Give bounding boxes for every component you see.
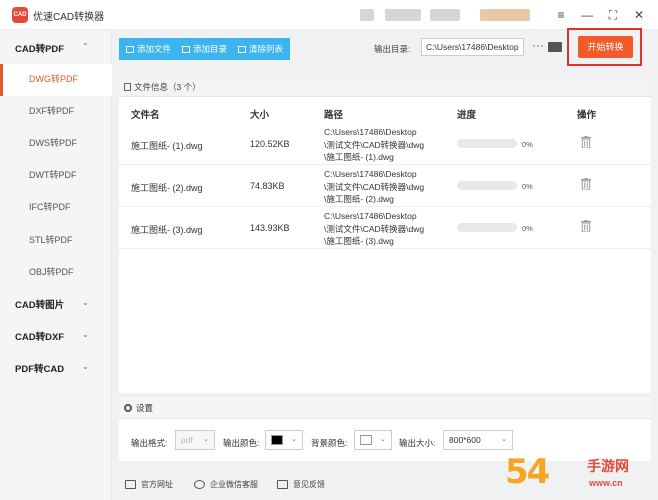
output-size-label: 输出大小: bbox=[399, 438, 436, 448]
app-logo-icon: CAD bbox=[12, 7, 28, 23]
output-format-select[interactable]: pdf ⌄ bbox=[175, 430, 215, 450]
watermark-logo: 54 手游网 www.cn bbox=[505, 452, 655, 498]
progress-bar bbox=[457, 139, 517, 148]
progress-percent: 0% bbox=[522, 224, 533, 233]
file-size: 74.83KB bbox=[250, 181, 285, 191]
blurred-region bbox=[480, 9, 530, 21]
feedback-link[interactable]: 意见反馈 bbox=[277, 479, 325, 490]
sidebar-category-cad-to-pdf[interactable]: CAD转PDF bbox=[15, 41, 64, 55]
file-name: 施工图纸- (2).dwg bbox=[131, 183, 203, 193]
folder-icon bbox=[182, 46, 190, 53]
add-folder-button[interactable]: 添加目录 bbox=[176, 40, 234, 58]
chevron-down-icon: ⌄ bbox=[203, 436, 209, 443]
progress-bar bbox=[457, 181, 517, 190]
sidebar-item-dwt-to-pdf[interactable]: DWT转PDF bbox=[29, 168, 77, 181]
sidebar: CAD转PDF ⌃ DWG转PDF DXF转PDF DWS转PDF DWT转PD… bbox=[0, 30, 112, 500]
output-dir-input[interactable]: C:\Users\17486\Desktop bbox=[421, 38, 524, 56]
chevron-up-icon[interactable]: ⌃ bbox=[82, 42, 89, 51]
sidebar-item-ifc-to-pdf[interactable]: IFC转PDF bbox=[29, 200, 71, 213]
chevron-down-icon: ⌄ bbox=[380, 436, 386, 443]
file-path: C:\Users\17486\Desktop \测试文件\CAD转换器\dwg … bbox=[324, 127, 425, 162]
column-header-name: 文件名 bbox=[131, 110, 160, 121]
clear-list-button[interactable]: 清除列表 bbox=[232, 40, 290, 58]
file-name: 施工图纸- (3).dwg bbox=[131, 225, 203, 235]
column-header-size: 大小 bbox=[250, 110, 270, 121]
sidebar-category-pdf-to-cad[interactable]: PDF转CAD bbox=[15, 361, 64, 375]
output-color-select[interactable]: ⌄ bbox=[265, 430, 303, 450]
chevron-down-icon[interactable]: ⌄ bbox=[82, 330, 89, 339]
sidebar-category-cad-to-image[interactable]: CAD转图片 bbox=[15, 297, 64, 311]
gear-icon bbox=[124, 404, 132, 412]
trash-icon bbox=[238, 46, 246, 53]
close-button[interactable]: ✕ bbox=[630, 6, 648, 24]
chevron-down-icon: ⌄ bbox=[291, 436, 297, 443]
edit-icon bbox=[277, 480, 288, 489]
column-header-path: 路径 bbox=[324, 110, 344, 121]
file-size: 143.93KB bbox=[250, 223, 290, 233]
maximize-button[interactable]: ⛶ bbox=[604, 6, 622, 24]
table-row[interactable]: 施工图纸- (1).dwg 120.52KB C:\Users\17486\De… bbox=[119, 124, 651, 165]
progress-bar bbox=[457, 223, 517, 232]
sidebar-item-dws-to-pdf[interactable]: DWS转PDF bbox=[29, 136, 77, 149]
minimize-button[interactable]: — bbox=[578, 6, 596, 24]
sidebar-item-stl-to-pdf[interactable]: STL转PDF bbox=[29, 233, 73, 246]
chevron-down-icon[interactable]: ⌄ bbox=[82, 362, 89, 371]
delete-icon[interactable] bbox=[581, 220, 591, 232]
more-options-icon[interactable]: ··· bbox=[532, 38, 544, 52]
output-color-label: 输出颜色: bbox=[223, 438, 260, 448]
delete-icon[interactable] bbox=[581, 136, 591, 148]
blurred-region bbox=[430, 9, 460, 21]
table-row[interactable]: 施工图纸- (2).dwg 74.83KB C:\Users\17486\Des… bbox=[119, 166, 651, 207]
file-size: 120.52KB bbox=[250, 139, 290, 149]
main-area: 添加文件 添加目录 清除列表 输出目录: C:\Users\17486\Desk… bbox=[112, 28, 658, 500]
file-path: C:\Users\17486\Desktop \测试文件\CAD转换器\dwg … bbox=[324, 169, 425, 204]
column-header-actions: 操作 bbox=[577, 110, 597, 121]
file-list-panel: 文件信息（3 个） 文件名 大小 路径 进度 操作 施工图纸- (1).dwg … bbox=[119, 77, 651, 393]
sidebar-category-cad-to-dxf[interactable]: CAD转DXF bbox=[15, 329, 64, 343]
app-title: 优速CAD转换器 bbox=[33, 12, 105, 23]
delete-icon[interactable] bbox=[581, 178, 591, 190]
folder-icon[interactable] bbox=[548, 42, 562, 52]
table-row[interactable]: 施工图纸- (3).dwg 143.93KB C:\Users\17486\De… bbox=[119, 208, 651, 249]
add-file-button[interactable]: 添加文件 bbox=[120, 40, 178, 58]
settings-header: 设置 bbox=[119, 397, 651, 419]
watermark-text: 手游网 bbox=[587, 458, 629, 474]
bg-color-label: 背景颜色: bbox=[311, 438, 348, 448]
file-name: 施工图纸- (1).dwg bbox=[131, 141, 203, 151]
wechat-support-link[interactable]: 企业微信客服 bbox=[194, 479, 258, 490]
file-path: C:\Users\17486\Desktop \测试文件\CAD转换器\dwg … bbox=[324, 211, 425, 246]
watermark-site: www.cn bbox=[589, 478, 623, 488]
bg-color-select[interactable]: ⌄ bbox=[354, 430, 392, 450]
file-list-header: 文件信息（3 个） bbox=[119, 77, 651, 97]
chevron-down-icon: ⌄ bbox=[501, 436, 507, 443]
output-size-select[interactable]: 800*600 ⌄ bbox=[443, 430, 513, 450]
website-link[interactable]: 官方网址 bbox=[125, 479, 173, 490]
monitor-icon bbox=[125, 480, 136, 489]
start-convert-button[interactable]: 开始转换 bbox=[578, 36, 633, 58]
watermark-digits: 54 bbox=[505, 452, 550, 492]
sidebar-item-dwg-to-pdf[interactable]: DWG转PDF bbox=[29, 72, 78, 85]
column-header-progress: 进度 bbox=[457, 110, 477, 121]
sidebar-item-dxf-to-pdf[interactable]: DXF转PDF bbox=[29, 104, 74, 117]
output-format-label: 输出格式: bbox=[131, 438, 168, 448]
chat-icon bbox=[194, 480, 205, 489]
color-swatch bbox=[271, 435, 283, 445]
menu-icon[interactable]: ≡ bbox=[552, 6, 570, 24]
blurred-region bbox=[385, 9, 421, 21]
color-swatch bbox=[360, 435, 372, 445]
blurred-region bbox=[360, 9, 374, 21]
chevron-down-icon[interactable]: ⌄ bbox=[82, 298, 89, 307]
file-icon bbox=[126, 46, 134, 53]
document-icon bbox=[124, 83, 131, 91]
sidebar-item-obj-to-pdf[interactable]: OBJ转PDF bbox=[29, 265, 74, 278]
output-dir-label: 输出目录: bbox=[374, 44, 411, 54]
progress-percent: 0% bbox=[522, 140, 533, 149]
progress-percent: 0% bbox=[522, 182, 533, 191]
title-bar: CAD 优速CAD转换器 ≡ — ⛶ ✕ bbox=[0, 0, 658, 30]
